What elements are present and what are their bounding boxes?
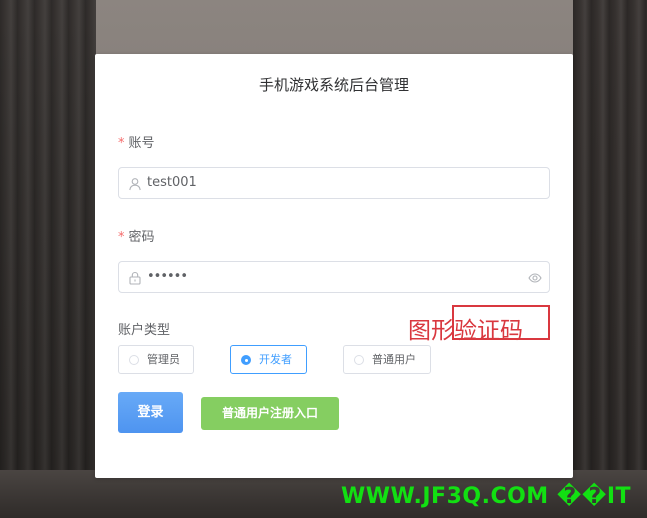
register-button[interactable]: 普通用户注册入口 [201, 397, 339, 430]
radio-normal-user-label: 普通用户 [372, 353, 416, 366]
captcha-annotation-box [452, 305, 550, 340]
page-title: 手机游戏系统后台管理 [258, 76, 409, 94]
eye-icon[interactable] [528, 270, 542, 284]
radio-admin[interactable]: 管理员 [118, 345, 194, 374]
password-value: •••••• [147, 269, 188, 284]
radio-developer-label: 开发者 [259, 353, 292, 366]
account-input[interactable]: test001 [118, 167, 550, 199]
radio-admin-label: 管理员 [147, 353, 180, 366]
account-label-text: 账号 [128, 136, 155, 151]
password-label-text: 密码 [128, 230, 155, 245]
user-icon [128, 176, 142, 191]
radio-circle [129, 355, 139, 365]
background-right-wood [573, 0, 647, 518]
required-mark: * [118, 136, 125, 151]
background-left-wood [0, 0, 96, 518]
account-type-label: 账户类型 [118, 323, 171, 338]
required-mark: * [118, 230, 125, 245]
watermark: WWW.JF3Q.COM ��IT [341, 484, 632, 509]
password-label: * 密码 [118, 226, 155, 245]
radio-circle [354, 355, 364, 365]
radio-circle-selected [241, 355, 251, 365]
account-label: * 账号 [118, 132, 155, 151]
account-value: test001 [147, 175, 197, 190]
radio-developer[interactable]: 开发者 [230, 345, 307, 374]
login-card: 手机游戏系统后台管理 * 账号 test001 * 密码 •••••• 账户类型… [95, 54, 573, 478]
radio-normal-user[interactable]: 普通用户 [343, 345, 431, 374]
password-input[interactable]: •••••• [118, 261, 550, 293]
login-button[interactable]: 登录 [118, 392, 183, 433]
lock-icon [128, 270, 142, 285]
